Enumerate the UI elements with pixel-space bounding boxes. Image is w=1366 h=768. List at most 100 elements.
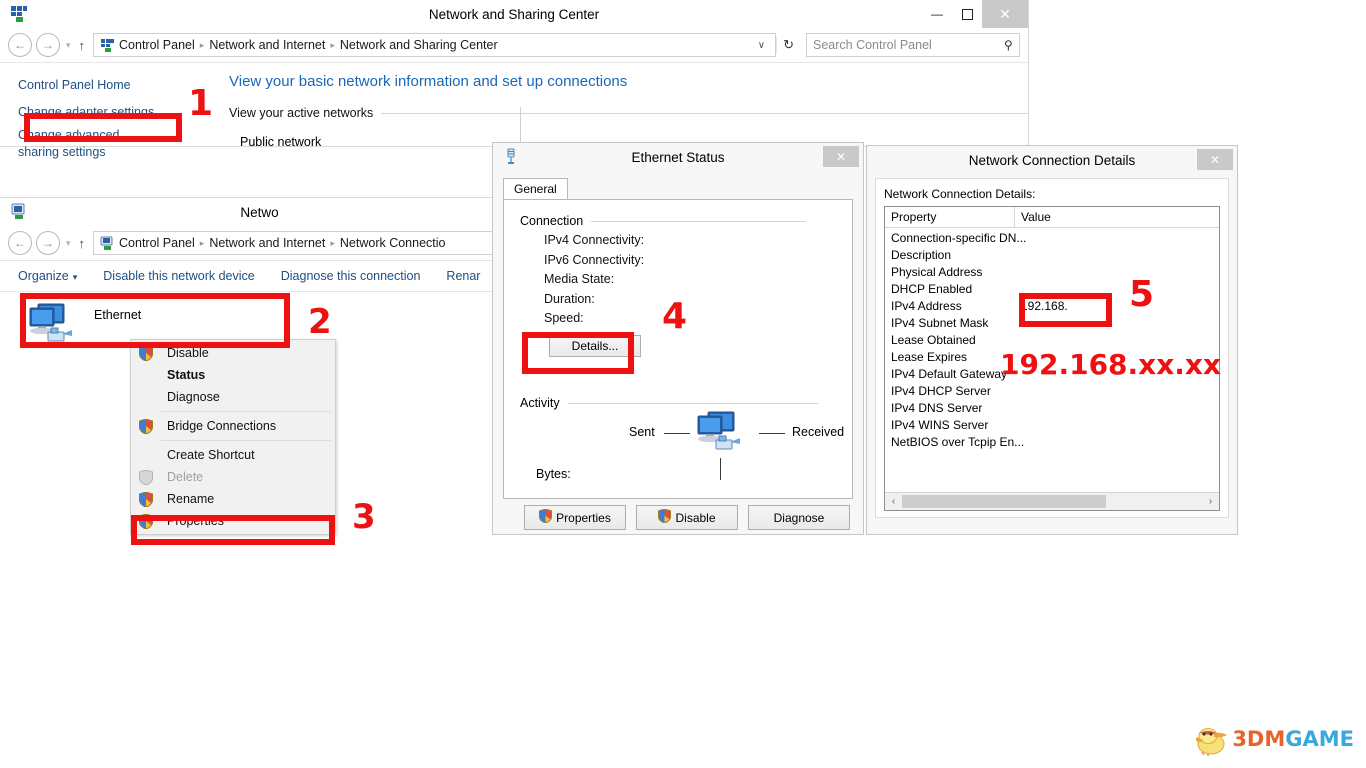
up-button[interactable]: ↑ [79,38,86,53]
column-header-property[interactable]: Property [885,207,1015,227]
scroll-left-icon[interactable]: ‹ [885,496,902,507]
breadcrumb-item-2[interactable]: Network and Sharing Center [340,38,498,52]
sidebar-item-control-panel-home[interactable]: Control Panel Home [12,75,137,96]
row-property: DHCP Enabled [891,282,973,296]
annotation-box-details-button [522,332,634,374]
3dmgame-bird-logo [1194,724,1230,756]
nsc-address-bar: ← → ▾ ↑ Control Panel ▸ Network and Inte… [0,28,1028,62]
breadcrumb-item-0[interactable]: Control Panel [119,38,195,52]
menu-item-bridge-connections[interactable]: Bridge Connections [131,415,335,437]
annotation-box-ipv4-address-value [1019,293,1112,327]
breadcrumb-icon [100,38,115,53]
row-property: IPv4 DHCP Server [891,384,991,398]
breadcrumb-item-1[interactable]: Network and Internet [209,38,325,52]
field-media-state: Media State: [544,272,615,286]
disable-button[interactable]: Disable [636,505,738,530]
nsc-titlebar: Network and Sharing Center — ✕ [0,0,1028,28]
shield-icon [133,491,159,507]
menu-item-rename[interactable]: Rename [131,488,335,510]
nsc-content: View your basic network information and … [215,63,1028,149]
ncd-titlebar: Network Connection Details ✕ [867,146,1237,174]
back-button[interactable]: ← [8,231,32,255]
table-row[interactable]: IPv4 DNS Server [885,400,1219,417]
annotation-number-2: 2 [308,302,332,342]
field-speed: Speed: [544,311,584,325]
breadcrumb-dropdown[interactable]: ∨ [746,40,771,51]
refresh-button[interactable]: ↻ [776,37,800,53]
table-row[interactable]: Physical Address [885,264,1219,281]
menu-item-label: Rename [167,492,215,506]
search-input[interactable]: Search Control Panel ⚲ [806,33,1020,57]
active-network-name: Public network [240,135,322,149]
row-value [1015,264,1021,281]
breadcrumb-icon [100,236,115,251]
row-value [1015,434,1021,451]
search-placeholder: Search Control Panel [813,38,932,52]
breadcrumb-separator-icon: ▸ [199,39,205,50]
menu-item-delete: Delete [131,466,335,488]
sent-label: Sent [629,425,655,439]
up-button[interactable]: ↑ [79,236,86,251]
active-networks-label: View your active networks [229,106,374,120]
scroll-right-icon[interactable]: › [1202,496,1219,507]
close-icon[interactable]: ✕ [823,146,859,167]
row-property: Lease Obtained [891,333,976,347]
close-button[interactable]: ✕ [982,0,1028,28]
menu-item-diagnose[interactable]: Diagnose [131,386,335,408]
diagnose-connection-button[interactable]: Diagnose this connection [281,269,421,283]
breadcrumb[interactable]: Control Panel ▸ Network and Internet ▸ N… [93,33,777,57]
watermark-text-game: GAME [1285,727,1354,751]
organize-label: Organize [18,269,69,283]
table-row[interactable]: IPv4 DHCP Server [885,383,1219,400]
breadcrumb-item-0[interactable]: Control Panel [119,236,195,250]
table-row[interactable]: NetBIOS over Tcpip En... [885,434,1219,451]
annotation-ip-note: 192.168.xx.xx [1000,348,1222,381]
close-icon[interactable]: ✕ [1197,149,1233,170]
horizontal-scrollbar[interactable]: ‹ › [885,492,1219,510]
organize-button[interactable]: Organize ▾ [18,269,77,283]
recent-locations-icon[interactable]: ▾ [66,238,71,249]
row-property: IPv4 WINS Server [891,418,989,432]
menu-item-create-shortcut[interactable]: Create Shortcut [131,444,335,466]
table-row[interactable]: Description [885,247,1219,264]
breadcrumb-item-2[interactable]: Network Connectio [340,236,446,250]
breadcrumb-separator-icon: ▸ [330,39,335,50]
tab-general[interactable]: General [503,178,568,200]
menu-item-label: Bridge Connections [167,419,277,433]
rename-connection-button[interactable]: Renar [446,269,480,283]
annotation-box-change-adapter-settings [24,113,182,142]
minimize-button[interactable]: — [922,0,952,28]
maximize-button[interactable] [952,0,982,28]
row-value [1015,383,1021,400]
scrollbar-thumb[interactable] [902,495,1106,508]
breadcrumb[interactable]: Control Panel ▸ Network and Internet ▸ N… [93,231,511,255]
activity-adapter-icon [696,410,752,459]
back-button[interactable]: ← [8,33,32,57]
scrollbar-track[interactable] [902,495,1202,508]
breadcrumb-separator-icon: ▸ [330,237,335,248]
diagnose-button[interactable]: Diagnose [748,505,850,530]
connection-group-label: Connection [520,214,832,228]
shield-icon [539,508,553,526]
forward-button[interactable]: → [36,231,60,255]
shield-icon [133,418,159,434]
nc-toolbar: Organize ▾ Disable this network device Di… [0,260,519,292]
bytes-divider [720,458,721,480]
watermark-text-3dm: 3DM [1232,727,1286,751]
properties-button[interactable]: Properties [524,505,626,530]
table-row[interactable]: IPv4 WINS Server [885,417,1219,434]
recent-locations-icon[interactable]: ▾ [66,40,71,51]
active-networks-subheading: View your active networks [229,106,1028,120]
chevron-down-icon: ∨ [757,39,766,51]
breadcrumb-item-1[interactable]: Network and Internet [209,236,325,250]
field-ipv6-connectivity: IPv6 Connectivity: [544,253,645,267]
column-header-value[interactable]: Value [1015,207,1051,227]
table-row[interactable]: Lease Obtained [885,332,1219,349]
menu-item-status[interactable]: Status [131,364,335,386]
forward-button[interactable]: → [36,33,60,57]
annotation-box-properties-menu-item [131,515,335,545]
sent-line [664,433,690,434]
table-row[interactable]: Connection-specific DN... [885,230,1219,247]
annotation-number-3: 3 [352,497,376,537]
disable-network-device-button[interactable]: Disable this network device [103,269,254,283]
